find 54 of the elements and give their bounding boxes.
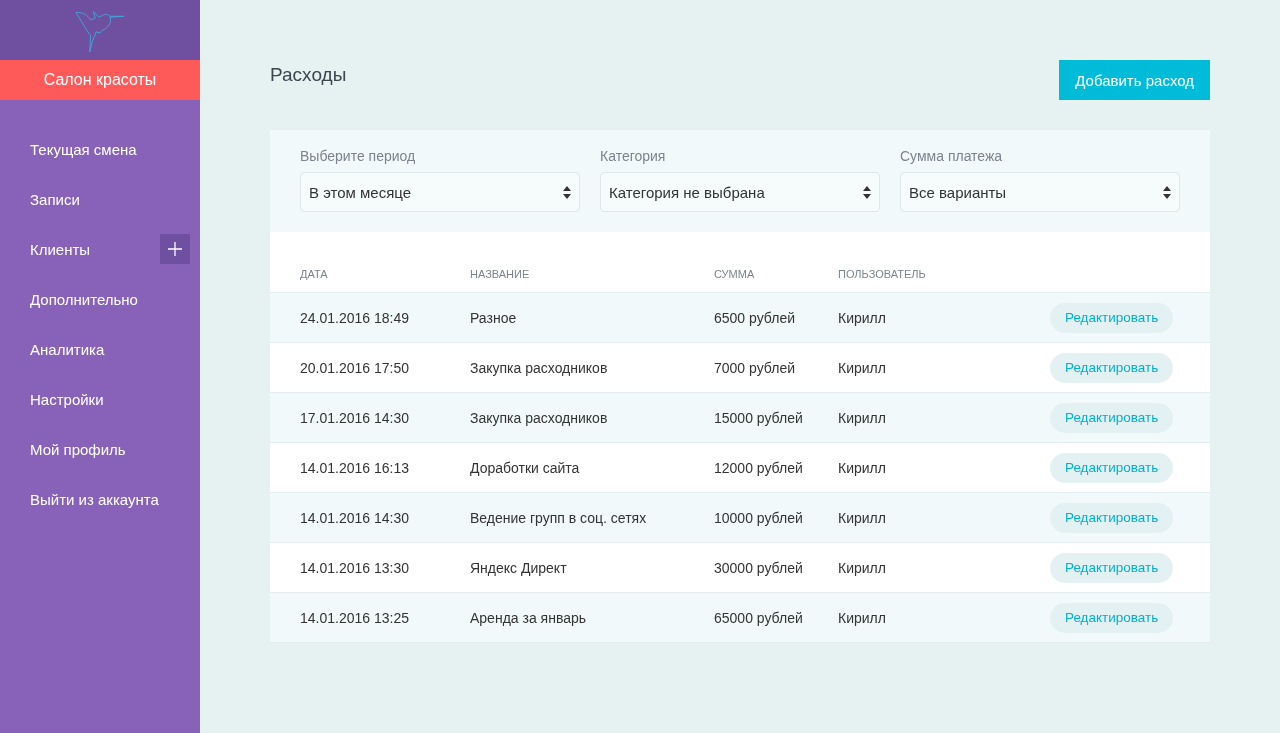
table-cell-text: Ведение групп в соц. сетях — [470, 509, 648, 526]
hummingbird-logo — [75, 8, 125, 52]
table-cell-text: Кирилл — [838, 359, 887, 376]
page-title: Расходы — [270, 64, 347, 86]
table-cell-text: Закупка расходников — [470, 409, 609, 426]
sidebar-item[interactable]: Клиенты — [30, 240, 91, 258]
sidebar-item[interactable]: Аналитика — [30, 340, 105, 358]
table-cell-text: 14.01.2016 14:30 — [300, 509, 410, 526]
sidebar-item[interactable]: Мой профиль — [30, 440, 126, 458]
table-cell-text: 20.01.2016 17:50 — [300, 359, 410, 376]
filter-label: Выберите период — [300, 148, 417, 164]
select-field[interactable]: Категория не выбрана — [600, 172, 880, 212]
table-cell-text: Кирилл — [838, 509, 887, 526]
column-header: СУММА — [714, 268, 756, 280]
table-cell-text: 7000 рублей — [714, 359, 796, 376]
filter-label: Категория — [600, 148, 667, 164]
plus-icon — [168, 242, 182, 256]
column-header: ДАТА — [300, 268, 329, 280]
table-cell-text: Яндекс Директ — [470, 559, 568, 576]
table-cell-text: Аренда за январь — [470, 609, 588, 626]
table-cell-text: 24.01.2016 18:49 — [300, 309, 410, 326]
table-cell-text: 65000 рублей — [714, 609, 804, 626]
add-button[interactable] — [160, 234, 190, 264]
table-cell-text: Кирилл — [838, 409, 887, 426]
select-field[interactable]: В этом месяце — [300, 172, 580, 212]
table-cell-text: 12000 рублей — [714, 459, 804, 476]
column-header: ПОЛЬЗОВАТЕЛЬ — [838, 268, 927, 280]
table-cell-text: Кирилл — [838, 309, 887, 326]
select-field[interactable]: Все варианты — [900, 172, 1180, 212]
table-cell-text: 17.01.2016 14:30 — [300, 409, 410, 426]
sidebar-item[interactable]: Записи — [30, 190, 80, 208]
sidebar-item[interactable]: Дополнительно — [30, 290, 138, 308]
table-cell-text: 14.01.2016 16:13 — [300, 459, 410, 476]
sidebar-item[interactable]: Текущая смена — [30, 140, 137, 158]
table-cell-text: Доработки сайта — [470, 459, 581, 476]
table-cell-text: Кирилл — [838, 609, 887, 626]
sidebar-item[interactable]: Настройки — [30, 390, 104, 408]
sidebar-item[interactable]: Выйти из аккаунта — [30, 490, 159, 508]
table-cell-text: 15000 рублей — [714, 409, 804, 426]
filter-label: Сумма платежа — [900, 148, 1004, 164]
table-cell-text: 14.01.2016 13:30 — [300, 559, 410, 576]
table-cell-text: 6500 рублей — [714, 309, 796, 326]
table-cell-text: Разное — [470, 309, 518, 326]
table-cell-text: Закупка расходников — [470, 359, 609, 376]
sort-arrows-icon — [563, 185, 571, 199]
table-cell-text: 30000 рублей — [714, 559, 804, 576]
column-header: НАЗВАНИЕ — [470, 268, 531, 280]
table-cell-text: 14.01.2016 13:25 — [300, 609, 410, 626]
table-cell-text: Кирилл — [838, 459, 887, 476]
table-cell-text: 10000 рублей — [714, 509, 804, 526]
table-cell-text: Кирилл — [838, 559, 887, 576]
sort-arrows-icon — [863, 185, 871, 199]
salon-name: Салон красоты — [0, 60, 200, 100]
sort-arrows-icon — [1163, 185, 1171, 199]
